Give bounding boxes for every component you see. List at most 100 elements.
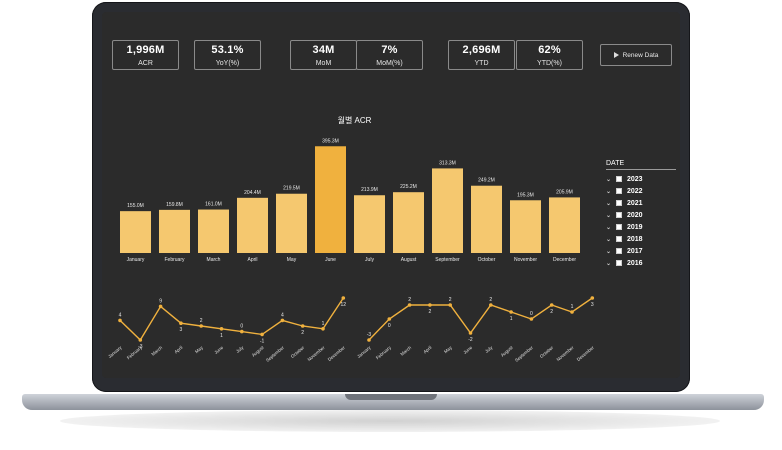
point-label: 2 (449, 297, 452, 303)
x-tick-label: July (365, 257, 374, 263)
date-filter-item-2016[interactable]: ⌄ 2016 (606, 257, 676, 269)
x-tick-label: February (164, 257, 185, 263)
chevron-down-icon[interactable]: ⌄ (606, 176, 614, 183)
bar-data-label: 195.3M (517, 192, 534, 198)
bar-june (315, 146, 346, 253)
date-filter-item-2020[interactable]: ⌄ 2020 (606, 209, 676, 221)
series-line (368, 297, 593, 341)
data-point (300, 324, 305, 328)
monthly-acr-bar-chart: 155.0M January 159.8M February 161.0M March 20… (120, 138, 580, 263)
kpi-value: 7% (381, 44, 398, 56)
point-label: -2 (468, 337, 473, 343)
bar-data-label: 213.9M (361, 187, 378, 193)
x-tick-label: August (401, 257, 417, 263)
checkbox[interactable] (616, 200, 622, 206)
date-filter-item-2022[interactable]: ⌄ 2022 (606, 185, 676, 197)
chevron-down-icon[interactable]: ⌄ (606, 212, 614, 219)
data-point (529, 317, 534, 321)
point-label: 12 (341, 302, 347, 308)
x-tick-label: December (553, 257, 576, 263)
bar-april (237, 197, 268, 253)
x-tick-label: February (375, 344, 393, 360)
x-tick-label: January (356, 344, 372, 359)
laptop-notch (345, 394, 437, 400)
kpi-ytd: 2,696M YTD (448, 40, 515, 70)
line-chart-left: 4January -3February9March3April2May1June0… (107, 296, 347, 363)
bar-data-label: 225.2M (400, 184, 417, 190)
checkbox[interactable] (616, 248, 622, 254)
data-point (448, 303, 452, 307)
date-filter-label: 2017 (627, 247, 643, 255)
data-point (179, 321, 183, 325)
date-filter-item-2023[interactable]: ⌄ 2023 (606, 173, 676, 185)
data-point (199, 324, 203, 328)
chevron-down-icon[interactable]: ⌄ (606, 260, 614, 267)
x-tick-label: March (150, 345, 163, 357)
kpi-mom: 34M MoM (290, 40, 357, 70)
checkbox[interactable] (616, 212, 622, 218)
x-tick-label: October (478, 257, 496, 263)
x-tick-label: August (251, 344, 266, 357)
data-point (407, 303, 412, 307)
chevron-down-icon[interactable]: ⌄ (606, 236, 614, 243)
date-filter-panel: DATE ⌄ 2023 ⌄ 2022 ⌄ 2021 ⌄ 2020 ⌄ 2019 ⌄ 2018 ⌄ 2017… (606, 160, 676, 269)
point-label: 4 (281, 312, 284, 318)
data-point (280, 318, 285, 323)
data-point (341, 296, 346, 300)
series-line (119, 297, 344, 342)
data-point (138, 338, 143, 342)
checkbox[interactable] (616, 236, 622, 242)
date-filter-label: 2020 (627, 211, 643, 219)
data-point (509, 310, 513, 314)
point-label: 2 (429, 309, 432, 315)
data-point (428, 303, 432, 307)
bar-data-label: 155.0M (127, 203, 144, 209)
bar-september (432, 168, 463, 253)
x-tick-label: June (462, 345, 473, 355)
data-point (321, 327, 325, 331)
data-point (260, 332, 264, 337)
x-tick-label: May (443, 344, 453, 354)
chevron-down-icon[interactable]: ⌄ (606, 248, 614, 255)
date-filter-item-2017[interactable]: ⌄ 2017 (606, 245, 676, 257)
kpi-yoy: 53.1% YoY(%) (194, 40, 261, 70)
kpi-mom-pct: 7% MoM(%) (356, 40, 423, 70)
point-label: 2 (489, 297, 492, 303)
chevron-down-icon[interactable]: ⌄ (606, 224, 614, 231)
checkbox[interactable] (616, 176, 622, 182)
x-tick-label: February (126, 344, 144, 360)
x-tick-label: October (539, 345, 555, 359)
dashboard-screen: 1,996M ACR 53.1% YoY(%) 34M MoM 7% MoM(%… (102, 12, 680, 378)
date-filter-item-2021[interactable]: ⌄ 2021 (606, 197, 676, 209)
renew-data-label: Renew Data (622, 51, 659, 59)
date-filter-item-2019[interactable]: ⌄ 2019 (606, 221, 676, 233)
data-point (549, 303, 554, 307)
point-label: 1 (571, 304, 574, 310)
renew-data-button[interactable]: Renew Data (600, 44, 672, 66)
kpi-label: MoM(%) (376, 60, 403, 67)
checkbox[interactable] (616, 224, 622, 230)
x-tick-label: September (265, 345, 285, 363)
line-chart-right: -3 January 0 February 2 March 2 April 2 May -2 June… (356, 296, 595, 363)
x-tick-label: November (514, 257, 537, 263)
bar-may (276, 193, 307, 253)
checkbox[interactable] (616, 260, 622, 266)
x-tick-label: January (107, 344, 123, 359)
bar-july (354, 195, 385, 253)
x-tick-label: June (325, 257, 336, 263)
x-tick-label: April (173, 345, 183, 355)
data-point (219, 327, 224, 331)
data-point (240, 329, 244, 334)
bar-data-label: 395.3M (322, 138, 339, 144)
chevron-down-icon[interactable]: ⌄ (606, 200, 614, 207)
x-tick-label: March (207, 257, 221, 263)
x-tick-label: May (194, 344, 204, 354)
data-point (387, 317, 392, 321)
date-filter-item-2018[interactable]: ⌄ 2018 (606, 233, 676, 245)
checkbox[interactable] (616, 188, 622, 194)
date-filter-label: 2016 (627, 259, 643, 267)
x-tick-label: December (576, 345, 595, 362)
point-label: 9 (159, 298, 162, 304)
data-point (489, 303, 493, 307)
chevron-down-icon[interactable]: ⌄ (606, 188, 614, 195)
